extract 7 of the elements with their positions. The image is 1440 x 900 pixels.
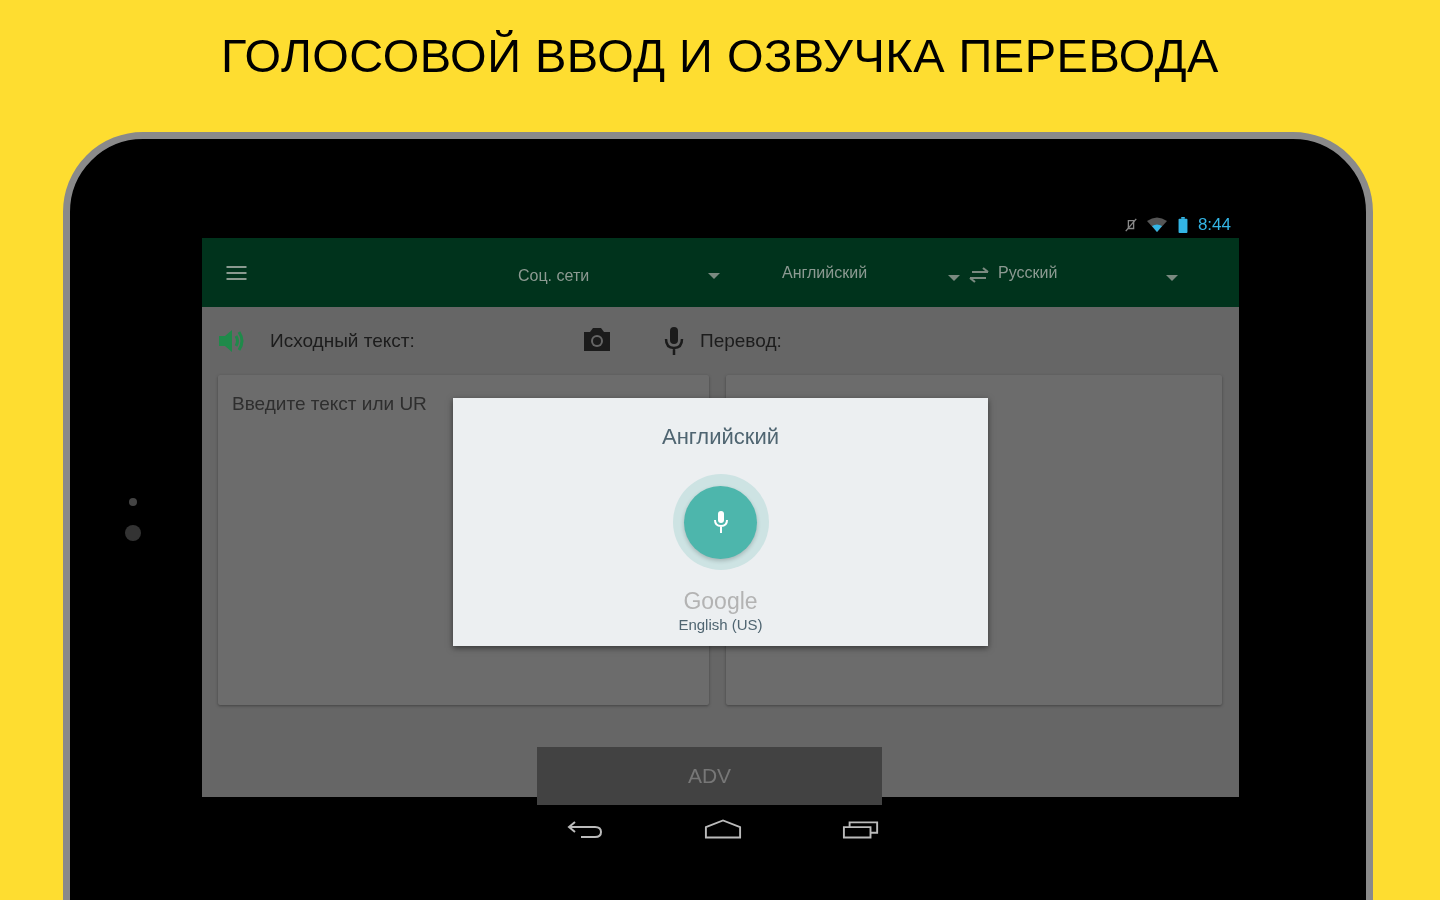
locale-label: English (US) [678,616,763,633]
headline: ГОЛОСОВОЙ ВВОД И ОЗВУЧКА ПЕРЕВОДА [221,28,1219,84]
google-wordmark: Google [683,588,758,614]
translation-label: Перевод: [700,330,782,352]
source-text-label: Исходный текст: [270,330,416,352]
clock-time: 8:44 [1197,214,1231,235]
dialog-title: Английский [662,424,779,450]
